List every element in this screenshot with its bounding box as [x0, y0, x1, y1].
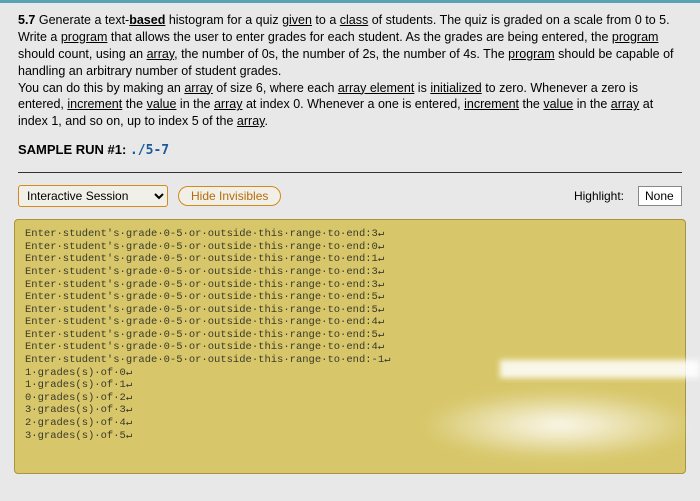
console-output: Enter·student's·grade·0-5·or·outside·thi… — [14, 219, 686, 474]
console-line: Enter·student's·grade·0-5·or·outside·thi… — [25, 341, 675, 354]
console-line: Enter·student's·grade·0-5·or·outside·thi… — [25, 354, 675, 367]
console-line: Enter·student's·grade·0-5·or·outside·thi… — [25, 279, 675, 292]
console-line: 3·grades(s)·of·5↵ — [25, 430, 675, 443]
session-select[interactable]: Interactive Session — [18, 185, 168, 207]
sample-run-header: SAMPLE RUN #1: ./5-7 — [0, 138, 700, 166]
console-line: 2·grades(s)·of·4↵ — [25, 417, 675, 430]
session-toolbar: Interactive Session Hide Invisibles High… — [0, 173, 700, 213]
sample-run-label: SAMPLE RUN #1: — [18, 142, 126, 157]
console-line: 0·grades(s)·of·2↵ — [25, 392, 675, 405]
console-line: Enter·student's·grade·0-5·or·outside·thi… — [25, 228, 675, 241]
sample-run-path: ./5-7 — [130, 143, 169, 158]
hide-invisibles-button[interactable]: Hide Invisibles — [178, 186, 281, 206]
console-line: Enter·student's·grade·0-5·or·outside·thi… — [25, 316, 675, 329]
problem-statement: 5.7 Generate a text-based histogram for … — [0, 0, 700, 138]
problem-number: 5.7 — [18, 13, 35, 27]
console-line: Enter·student's·grade·0-5·or·outside·thi… — [25, 253, 675, 266]
highlight-select[interactable]: None — [638, 186, 682, 206]
console-line: 3·grades(s)·of·3↵ — [25, 404, 675, 417]
console-line: 1·grades(s)·of·0↵ — [25, 367, 675, 380]
console-line: Enter·student's·grade·0-5·or·outside·thi… — [25, 241, 675, 254]
console-line: 1·grades(s)·of·1↵ — [25, 379, 675, 392]
console-line: Enter·student's·grade·0-5·or·outside·thi… — [25, 329, 675, 342]
highlight-label: Highlight: — [574, 189, 624, 203]
console-line: Enter·student's·grade·0-5·or·outside·thi… — [25, 291, 675, 304]
console-line: Enter·student's·grade·0-5·or·outside·thi… — [25, 304, 675, 317]
console-line: Enter·student's·grade·0-5·or·outside·thi… — [25, 266, 675, 279]
